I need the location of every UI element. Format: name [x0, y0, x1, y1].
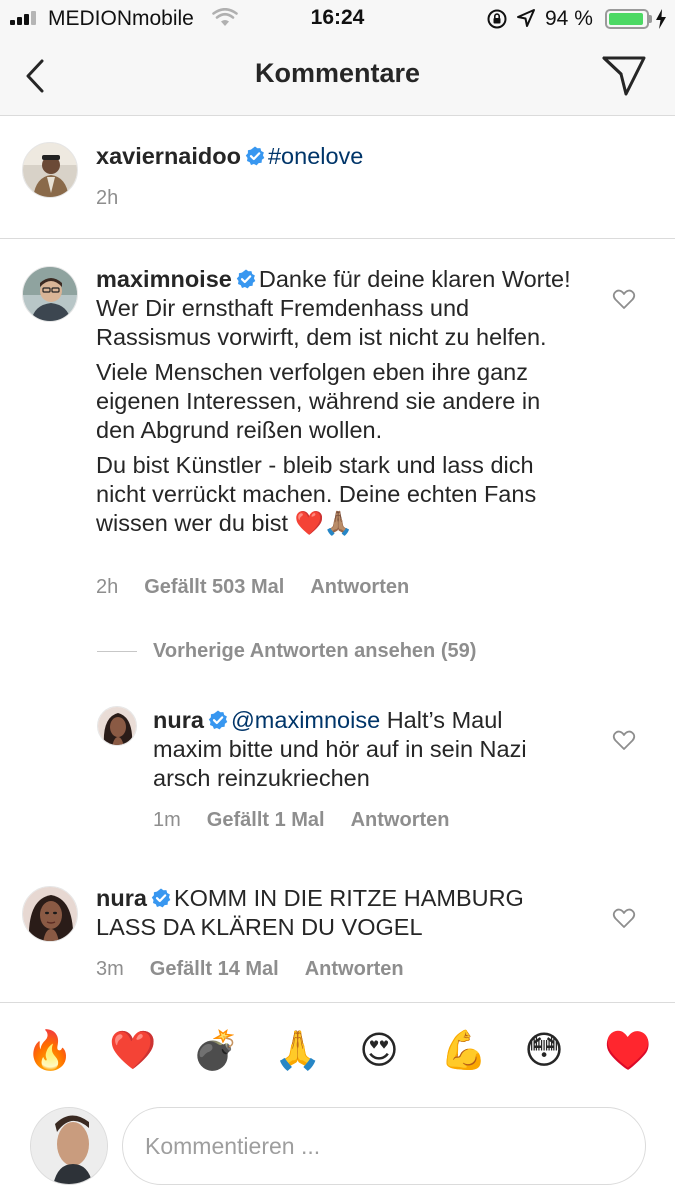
- caption: xaviernaidoo #onelove 2h: [0, 116, 675, 238]
- comment-paragraph: Du bist Künstler - bleib stark und lass …: [96, 452, 537, 536]
- comment-meta: 2h: [96, 187, 144, 210]
- emoji-quick-reactions: 🔥 ❤️ 💣 🙏 😍 💪 😳 ♥️: [0, 1002, 675, 1098]
- bomb-emoji-button[interactable]: 💣: [192, 1029, 239, 1073]
- avatar[interactable]: [22, 142, 78, 198]
- current-user-avatar: [30, 1107, 108, 1185]
- rotation-lock-icon: [487, 9, 507, 29]
- avatar[interactable]: [22, 266, 78, 322]
- comment-meta: 3m Gefällt 14 Mal Antworten: [96, 958, 430, 981]
- reply-button[interactable]: Antworten: [351, 809, 450, 831]
- nav-bar: Kommentare: [0, 38, 675, 116]
- location-icon: [517, 9, 535, 27]
- comment-item: nura KOMM IN DIE RITZE HAMBURG LASS DA KL…: [0, 860, 675, 1000]
- username[interactable]: maximnoise: [96, 266, 232, 292]
- flushed-face-emoji-button[interactable]: 😳: [522, 1029, 566, 1073]
- caption-text: xaviernaidoo #onelove: [96, 142, 616, 171]
- battery-percent: 94 %: [545, 7, 593, 30]
- comment-meta: 2h Gefällt 503 Mal Antworten: [96, 576, 435, 599]
- view-previous-replies-button[interactable]: Vorherige Antworten ansehen (59): [97, 640, 476, 666]
- comment-text: maximnoise Danke für deine klaren Worte! …: [96, 265, 576, 538]
- divider-line: [97, 651, 137, 652]
- verified-badge-icon: [236, 269, 256, 289]
- comment-text: nura KOMM IN DIE RITZE HAMBURG LASS DA KL…: [96, 884, 576, 942]
- view-previous-replies-label: Vorherige Antworten ansehen (59): [153, 640, 477, 662]
- hashtag-link[interactable]: #onelove: [268, 143, 363, 169]
- red-heart-emoji-button[interactable]: ❤️: [109, 1029, 156, 1073]
- username[interactable]: xaviernaidoo: [96, 143, 241, 169]
- comment-paragraph: Viele Menschen verfolgen eben ihre ganz …: [96, 359, 541, 443]
- likes-count[interactable]: Gefällt 503 Mal: [144, 576, 284, 598]
- comment-meta: 1m Gefällt 1 Mal Antworten: [153, 809, 476, 832]
- avatar[interactable]: [97, 706, 137, 746]
- verified-badge-icon: [208, 710, 228, 730]
- like-heart-icon[interactable]: [612, 729, 636, 751]
- flexed-biceps-emoji-button[interactable]: 💪: [440, 1029, 487, 1073]
- fire-emoji-button[interactable]: 🔥: [26, 1029, 73, 1073]
- comment-item: maximnoise Danke für deine klaren Worte! …: [0, 239, 675, 619]
- timestamp: 2h: [96, 576, 119, 598]
- paper-plane-icon[interactable]: [600, 54, 648, 98]
- verified-badge-icon: [245, 146, 265, 166]
- reply-button[interactable]: Antworten: [310, 576, 409, 598]
- comment-input[interactable]: [122, 1107, 646, 1185]
- username[interactable]: nura: [96, 885, 147, 911]
- avatar[interactable]: [22, 886, 78, 942]
- likes-count[interactable]: Gefällt 1 Mal: [207, 809, 325, 831]
- like-heart-icon[interactable]: [612, 288, 636, 310]
- page-title: Kommentare: [254, 58, 421, 88]
- reply-item: nura @maximnoise Halt’s Maul maxim bitte …: [0, 690, 675, 850]
- heart-eyes-emoji-button[interactable]: 😍: [357, 1029, 401, 1073]
- like-heart-icon[interactable]: [612, 907, 636, 929]
- timestamp: 2h: [96, 187, 119, 209]
- heart-suit-emoji-button[interactable]: ♥️: [604, 1029, 651, 1073]
- mention-link[interactable]: @maximnoise: [231, 707, 380, 733]
- username[interactable]: nura: [153, 707, 204, 733]
- likes-count[interactable]: Gefällt 14 Mal: [150, 958, 279, 980]
- timestamp: 1m: [153, 809, 181, 831]
- verified-badge-icon: [151, 888, 171, 908]
- battery-cap: [649, 15, 652, 23]
- charging-icon: [656, 9, 666, 29]
- reply-text: nura @maximnoise Halt’s Maul maxim bitte …: [153, 706, 573, 793]
- battery-icon: [605, 9, 649, 29]
- timestamp: 3m: [96, 958, 124, 980]
- status-bar: MEDIONmobile 16:24 94 %: [0, 0, 675, 38]
- reply-button[interactable]: Antworten: [305, 958, 404, 980]
- folded-hands-emoji-button[interactable]: 🙏: [274, 1029, 321, 1073]
